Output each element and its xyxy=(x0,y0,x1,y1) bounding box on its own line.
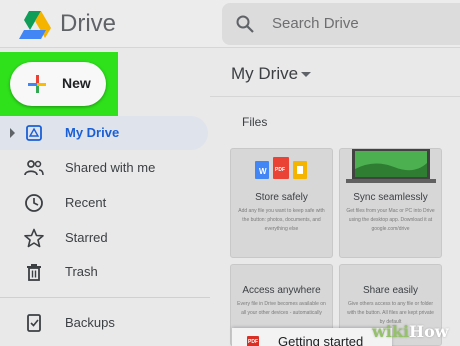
new-button-label: New xyxy=(62,75,91,91)
star-icon xyxy=(24,228,44,248)
backup-icon xyxy=(27,314,41,332)
search-icon[interactable] xyxy=(236,15,254,33)
sidebar-item-starred[interactable]: Starred xyxy=(0,221,208,255)
main-divider xyxy=(210,96,460,97)
trash-icon xyxy=(27,264,41,281)
laptop-illustration-icon xyxy=(346,149,436,183)
search-bar[interactable]: Search Drive xyxy=(222,3,460,45)
wikihow-watermark: wikiHow xyxy=(372,322,449,341)
card-title: Store safely xyxy=(255,192,308,203)
svg-text:PDF: PDF xyxy=(275,167,285,173)
svg-text:W: W xyxy=(259,167,267,176)
sidebar-item-label: Backups xyxy=(65,315,115,330)
getting-started-file[interactable]: PDF Getting started xyxy=(232,328,392,346)
people-icon xyxy=(24,160,44,176)
card-store-safely: W PDF Store safely Add any file you want… xyxy=(230,148,333,258)
chevron-down-icon[interactable] xyxy=(301,72,311,77)
sidebar-item-label: Starred xyxy=(65,230,108,245)
sidebar-item-shared[interactable]: Shared with me xyxy=(0,151,208,185)
section-label: Files xyxy=(242,115,268,129)
file-name: Getting started xyxy=(278,334,364,346)
sidebar-item-label: Shared with me xyxy=(65,160,156,175)
top-bar: Drive Search Drive xyxy=(0,0,460,48)
sidebar-item-label: My Drive xyxy=(65,125,120,140)
drive-icon xyxy=(26,125,42,141)
sidebar-item-label: Trash xyxy=(65,264,98,279)
card-title: Sync seamlessly xyxy=(353,192,428,203)
page-title[interactable]: My Drive xyxy=(231,64,298,84)
pdf-icon: PDF xyxy=(247,336,259,346)
watermark-wiki: wiki xyxy=(372,322,410,341)
sidebar-item-backups[interactable]: Backups xyxy=(0,306,208,340)
card-sync-seamlessly: Sync seamlessly Get files from your Mac … xyxy=(339,148,442,258)
sidebar-item-my-drive[interactable]: My Drive xyxy=(0,116,208,150)
search-input[interactable]: Search Drive xyxy=(272,15,359,32)
sidebar-item-label: Recent xyxy=(65,195,107,210)
watermark-how: How xyxy=(409,322,449,341)
plus-icon xyxy=(28,75,46,93)
new-button[interactable]: New xyxy=(10,62,106,106)
card-title: Access anywhere xyxy=(242,285,321,296)
app-title[interactable]: Drive xyxy=(60,10,116,38)
drive-logo-icon[interactable] xyxy=(18,10,52,40)
pdf-icon-label: PDF xyxy=(248,339,258,345)
card-description: Every file in Drive becomes available on… xyxy=(237,301,326,316)
sidebar-item-recent[interactable]: Recent xyxy=(0,186,208,220)
card-description: Get files from your Mac or PC into Drive… xyxy=(346,208,435,232)
clock-icon xyxy=(25,194,43,212)
file-types-illustration-icon: W PDF xyxy=(255,157,307,179)
card-title: Share easily xyxy=(362,285,419,296)
expand-caret-icon[interactable] xyxy=(10,128,15,138)
sidebar-divider xyxy=(0,297,210,298)
sidebar-item-trash[interactable]: Trash xyxy=(0,255,208,289)
card-description: Add any file you want to keep safe with … xyxy=(238,208,325,232)
